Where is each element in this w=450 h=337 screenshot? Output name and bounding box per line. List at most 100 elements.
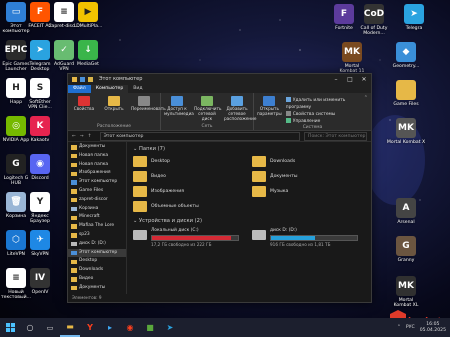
desktop-icon-label: OpenIV [31,290,49,295]
taskbar-minecraft[interactable]: ■ [140,318,160,337]
app-icon: IV [30,268,50,288]
uninstall-program-link[interactable]: Удалить или изменить программу [285,97,368,111]
nav-item-label: Новая папка [79,152,109,158]
ribbon-collapse-icon[interactable]: ⌃ [364,95,368,101]
window-title: Этот компьютер [99,76,143,82]
search-button[interactable]: ○ [20,318,40,337]
map-network-drive-button[interactable]: Подключить сетевой диск [194,95,221,124]
desktop-icon-label: SkyVPN [31,252,49,257]
folder-icon [71,153,77,159]
forward-arrow-icon[interactable]: → [80,134,84,139]
desktop-icon-mortal-kombat-11[interactable]: MK Mortal Kombat 11 [332,42,372,75]
nav-item[interactable]: Новая папка [68,152,126,161]
folder-item[interactable]: Объемные объекты [133,199,246,214]
open-button[interactable]: Открыть [101,95,127,124]
app-icon: MK [342,42,362,62]
desktop-icon-call-of-duty-modern[interactable]: CoD Call of Duty Modern... [354,4,394,37]
nav-item[interactable]: Downloads [68,266,126,275]
search-input[interactable]: Поиск: Этот компьютер [304,131,367,141]
desktop-icon-яндекс-браузер[interactable]: Y Яндекс Браузер [20,192,60,225]
minimize-button[interactable]: – [329,76,343,83]
back-arrow-icon[interactable]: ← [72,134,76,139]
folder-icon [71,277,77,282]
nav-item-label: zapret-discor [79,196,108,202]
desktop-icon-label: Яндекс Браузер [30,214,50,225]
desktop-icon-softether-vpn-clie[interactable]: S SoftEther VPN Clie... [20,78,60,111]
folders-header[interactable]: ⌄ Папки (7) [133,146,365,152]
desktop-icon-game-files[interactable]: Game Files [386,80,426,107]
nav-item[interactable]: sp23 [68,231,126,240]
drives-header[interactable]: ⌄ Устройства и диски (2) [133,218,365,224]
nav-item[interactable]: Этот компьютер [68,178,126,187]
nav-item[interactable]: zapret-discor [68,196,126,205]
taskbar-media[interactable]: ▸ [100,318,120,337]
desktop-icon-mediaget[interactable]: ↓ MediaGet [68,40,108,67]
desktop-icon-discord[interactable]: ◉ Discord [20,154,60,181]
search-icon: ○ [26,323,34,332]
tab-file[interactable]: Файл [68,85,91,93]
folder-item[interactable]: Изображения [133,184,246,199]
taskbar-yandex-browser[interactable]: ◉ [120,318,140,337]
nav-item[interactable]: Этот компьютер [68,248,126,258]
nav-item[interactable]: Видео [68,275,126,284]
tab-view[interactable]: Вид [128,85,147,93]
title-bar[interactable]: Этот компьютер – □ ✕ [68,74,371,84]
new-folder-icon[interactable] [88,76,93,82]
nav-item-label: Документы [79,284,106,290]
desktop-icon-telegra[interactable]: ➤ Telegra [394,4,434,31]
folder-item[interactable]: Downloads [252,154,365,169]
nav-item[interactable]: Game Files [68,187,126,196]
folder-item[interactable]: Desktop [133,154,246,169]
drive-free-space: 17,2 ГБ свободно из 222 ГБ [151,242,212,247]
taskbar-explorer[interactable]: ▬ [60,318,80,337]
desktop-icon-arsenal[interactable]: A Arsenal [386,198,426,225]
desktop-icon-mortal-kombat-x[interactable]: MK Mortal Kombat X [386,118,426,145]
nav-item[interactable]: Корзина [68,205,126,214]
desktop-icon-geometry[interactable]: ◆ Geometry... [386,42,426,69]
explorer-window[interactable]: Этот компьютер – □ ✕ Файл Компьютер Вид … [67,73,372,303]
close-button[interactable]: ✕ [357,76,371,83]
tab-computer[interactable]: Компьютер [90,85,129,93]
address-input[interactable]: Этот компьютер [99,131,300,141]
folder-item[interactable]: Музыка [252,184,365,199]
navigation-pane: Документы Новая папка Новая папка Изображен… [68,141,127,294]
nav-item[interactable]: Документы [68,143,126,152]
media-access-button[interactable]: Доступ к мультимедиа [164,95,194,124]
nav-item[interactable]: Desktop [68,257,126,266]
manage-link[interactable]: Управление [285,118,368,125]
add-network-location-button[interactable]: Добавить сетевое расположение [224,95,256,124]
nav-item[interactable]: Mafiaa The Lore [68,222,126,231]
desktop-icon-mortal-kombat-xl[interactable]: MK Mortal Kombat XL [386,276,426,309]
desktop-icon-ldmultipla[interactable]: ▶ LDMultiPla... [68,2,108,29]
nav-item[interactable]: диск D: (D:) [68,240,126,249]
yandex-browser-icon: ◉ [126,323,134,332]
open-settings-button[interactable]: Открыть параметры [257,95,282,125]
taskbar-telegram[interactable]: ➤ [160,318,180,337]
tray-expand-icon[interactable]: ⌃ [397,325,401,330]
properties-icon[interactable] [80,76,85,82]
properties-button[interactable]: Свойства [71,95,97,124]
desktop-icon-granny[interactable]: G Granny [386,236,426,263]
maximize-button[interactable]: □ [343,76,357,83]
rename-button[interactable]: Переименовать [131,95,166,124]
folder-icon [71,224,77,229]
drive-item[interactable]: диск D: (D:) 916 ГБ свободно из 1,81 ТБ [252,228,365,247]
nav-item[interactable]: Документы [68,284,126,293]
clock[interactable]: 16:05 05.04.2025 [420,322,446,333]
nav-item[interactable]: Minecraft [68,213,126,222]
up-arrow-icon[interactable]: ↑ [88,134,92,139]
nav-item[interactable]: Изображения [68,169,126,178]
folder-name: Документы [270,174,298,179]
folder-item[interactable]: Документы [252,169,365,184]
desktop-icon-kakaotv[interactable]: K Kakaotv [20,116,60,143]
taskbar-yandex[interactable]: Y [80,318,100,337]
system-properties-link[interactable]: Свойства системы [285,111,368,118]
nav-item[interactable]: Новая папка [68,161,126,170]
folder-item[interactable]: Видео [133,169,246,184]
windows-start-button[interactable] [0,318,20,337]
desktop-icon-skyvpn[interactable]: ✈ SkyVPN [20,230,60,257]
taskview-button[interactable]: ▭ [40,318,60,337]
drive-item[interactable]: Локальный диск (C:) 17,2 ГБ свободно из 2… [133,228,246,247]
lang-indicator[interactable]: РУС [406,325,415,330]
desktop-icon-openiv[interactable]: IV OpenIV [20,268,60,295]
